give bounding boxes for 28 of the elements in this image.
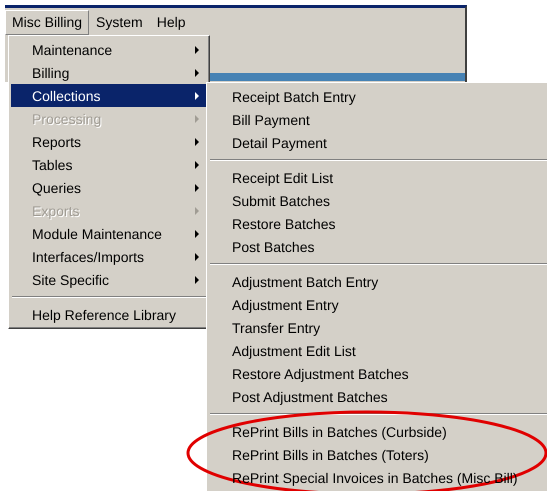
menu-item[interactable]: Post Adjustment Batches (209, 385, 547, 408)
menu-item[interactable]: Queries (11, 176, 207, 199)
menu-item[interactable]: Post Batches (209, 235, 547, 258)
menu-item[interactable]: RePrint Bills in Batches (Curbside) (209, 420, 547, 443)
menu-item[interactable]: Detail Payment (209, 131, 547, 154)
menu-item[interactable]: Adjustment Edit List (209, 339, 547, 362)
menu-item[interactable]: Module Maintenance (11, 222, 207, 245)
menu-item[interactable]: Submit Batches (209, 189, 547, 212)
menu-item[interactable]: Restore Adjustment Batches (209, 362, 547, 385)
menu-item[interactable]: Maintenance (11, 38, 207, 61)
menu-item[interactable]: Billing (11, 61, 207, 84)
menu-item[interactable]: Restore Batches (209, 212, 547, 235)
menu-bar-item[interactable]: System (89, 10, 150, 35)
menu-item[interactable]: Reports (11, 130, 207, 153)
menu-item[interactable]: RePrint Bills in Batches (Toters) (209, 443, 547, 466)
menu-item[interactable]: Adjustment Batch Entry (209, 270, 547, 293)
menu-item[interactable]: Collections (11, 84, 207, 107)
menu-item[interactable]: Transfer Entry (209, 316, 547, 339)
menu-item[interactable]: Interfaces/Imports (11, 245, 207, 268)
menu-bar-item[interactable]: Misc Billing (5, 10, 90, 35)
menu-item[interactable]: Bill Payment (209, 108, 547, 131)
menu-bar-item[interactable]: Help (150, 10, 192, 35)
menu-item[interactable]: Receipt Edit List (209, 166, 547, 189)
menu-item[interactable]: Site Specific (11, 268, 207, 291)
menu-item[interactable]: Receipt Batch Entry (209, 85, 547, 108)
menu-item[interactable]: Adjustment Entry (209, 293, 547, 316)
menu-item[interactable]: Tables (11, 153, 207, 176)
menu-item[interactable]: Help Reference Library (11, 303, 207, 326)
